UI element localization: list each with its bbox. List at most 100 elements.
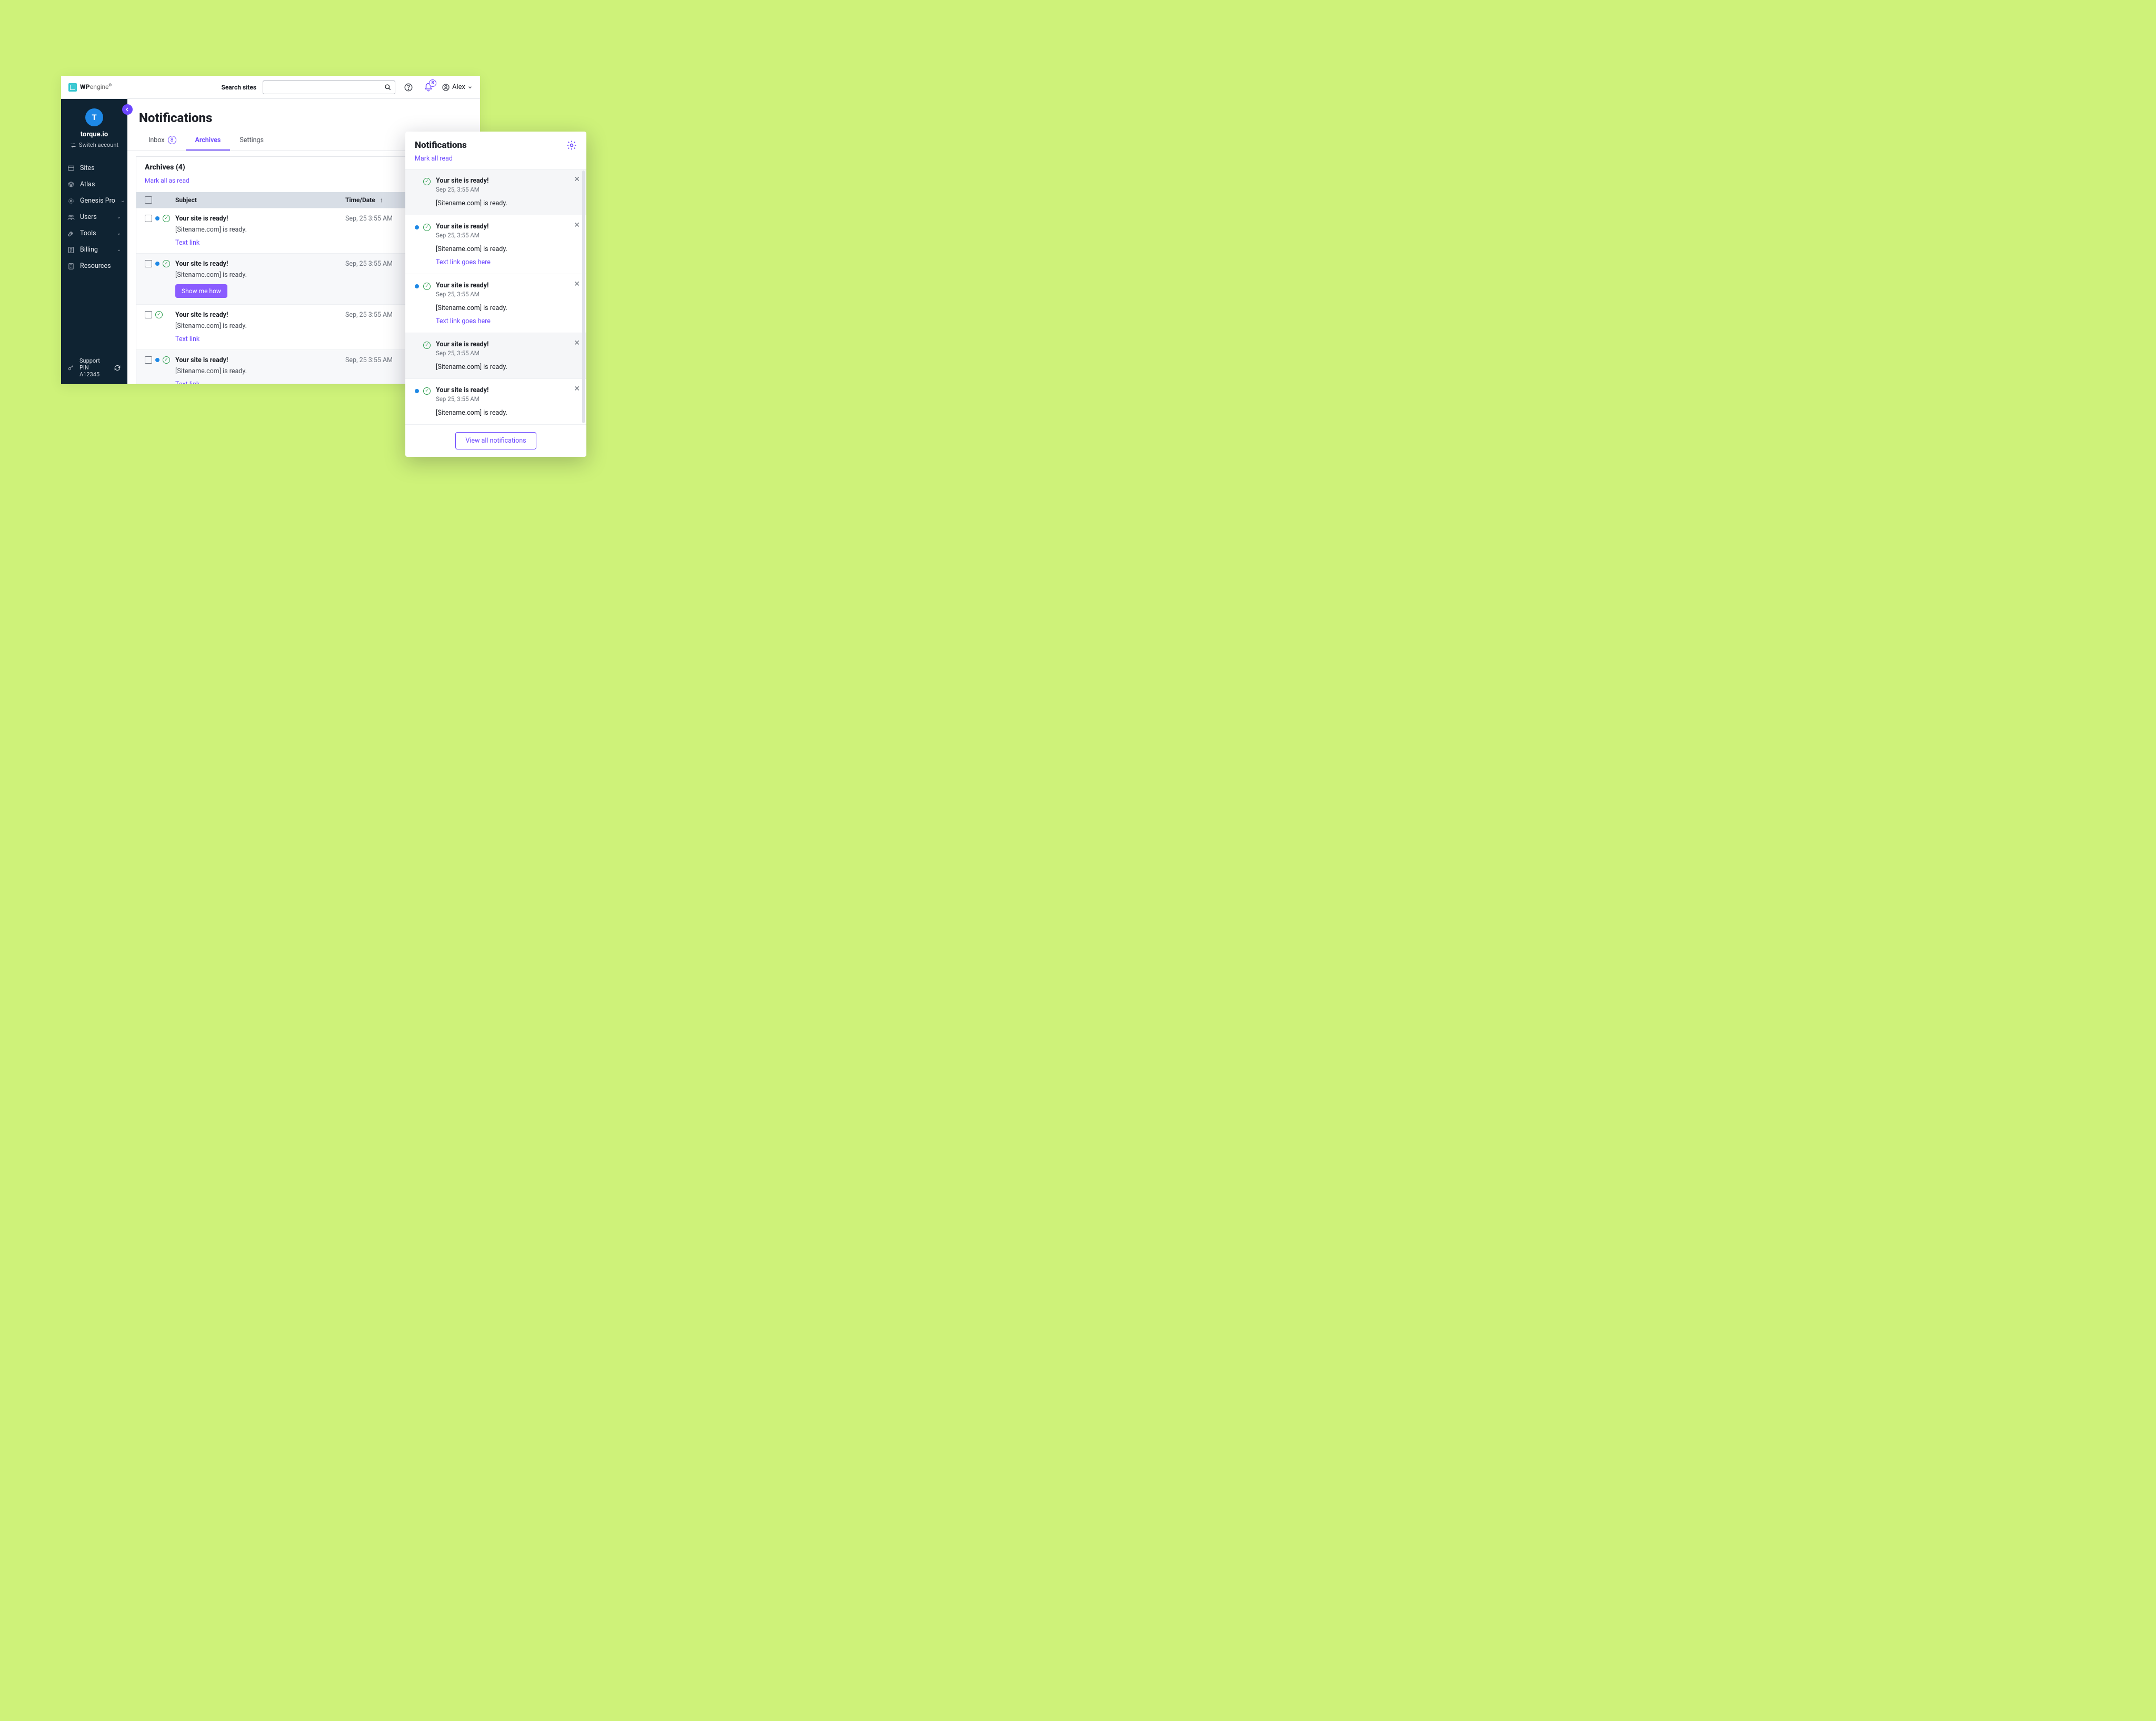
close-icon[interactable]: ✕ [574,176,580,183]
row-checkbox[interactable] [145,356,152,364]
unread-dot-icon [155,358,159,362]
select-all-checkbox[interactable] [145,196,152,204]
nav-icon [67,246,75,254]
row-description: [Sitename.com] is ready. [175,226,345,234]
nav-icon [67,165,75,172]
notifications-mark-all-link[interactable]: Mark all read [405,154,586,169]
sidebar-item-atlas[interactable]: Atlas [61,176,127,193]
notifications-title: Notifications [415,140,566,151]
search-box[interactable] [263,81,395,94]
row-title: Your site is ready! [175,215,228,223]
tab-archives[interactable]: Archives [186,131,231,151]
success-icon: ✓ [423,178,431,185]
brand-logo[interactable]: WPengine® [68,83,112,92]
nav-label: Atlas [80,181,95,188]
close-icon[interactable]: ✕ [574,339,580,347]
notification-title: Your site is ready! [436,177,488,185]
sidebar: T torque.io Switch account Sites Atlas Gen… [61,99,127,384]
success-icon: ✓ [423,283,431,290]
row-action-button[interactable]: Show me how [175,284,227,298]
notifications-panel: Notifications Mark all read ✓ Your site i… [405,132,586,457]
sidebar-item-resources[interactable]: Resources [61,258,127,274]
sidebar-item-billing[interactable]: Billing⌄ [61,242,127,258]
sidebar-item-genesis-pro[interactable]: Genesis Pro⌄ [61,193,127,209]
unread-dot-icon [415,284,419,288]
sidebar-collapse-button[interactable] [122,104,133,115]
notifications-bell-icon[interactable]: 8 [422,81,435,94]
notification-link[interactable]: Text link goes here [436,258,491,266]
notification-item[interactable]: ✓Your site is ready!Sep 25, 3:55 AM[Site… [405,215,586,274]
sidebar-item-users[interactable]: Users⌄ [61,209,127,225]
row-checkbox[interactable] [145,260,152,267]
nav-label: Genesis Pro [80,197,115,205]
notification-timestamp: Sep 25, 3:55 AM [436,349,507,357]
tab-inbox[interactable]: Inbox 8 [139,131,186,151]
row-description: [Sitename.com] is ready. [175,271,345,279]
notification-description: [Sitename.com] is ready. [436,199,507,207]
site-name: torque.io [65,131,123,138]
close-icon[interactable]: ✕ [574,222,580,229]
help-icon[interactable] [402,81,415,94]
search-label: Search sites [221,84,256,91]
row-title: Your site is ready! [175,356,228,364]
notification-description: [Sitename.com] is ready. [436,304,507,312]
search-icon[interactable] [384,84,392,91]
notification-item[interactable]: ✓Your site is ready!Sep 25, 3:55 AM[Site… [405,333,586,378]
success-icon: ✓ [163,260,170,267]
nav-label: Sites [80,164,95,172]
row-description: [Sitename.com] is ready. [175,367,345,375]
notifications-count-badge: 8 [429,79,436,87]
nav-label: Billing [80,246,98,254]
close-icon[interactable]: ✕ [574,281,580,288]
nav-icon [67,230,75,237]
row-title: Your site is ready! [175,311,228,319]
nav-label: Users [80,213,97,221]
close-icon[interactable]: ✕ [574,385,580,393]
row-action-link[interactable]: Text link [175,381,199,384]
top-bar: WPengine® Search sites 8 Alex [61,76,480,99]
mark-all-read-link[interactable]: Mark all as read [145,177,189,184]
success-icon: ✓ [163,356,170,364]
sort-asc-icon: ↑ [380,196,383,204]
col-subject[interactable]: Subject [175,196,345,204]
row-checkbox[interactable] [145,311,152,318]
nav-icon [67,181,75,188]
notification-description: [Sitename.com] is ready. [436,245,507,253]
success-icon: ✓ [163,215,170,222]
support-pin: Support PIN A12345 [61,351,127,384]
notification-link[interactable]: Text link goes here [436,317,491,325]
notification-item[interactable]: ✓Your site is ready!Sep 25, 3:55 AM[Site… [405,378,586,424]
row-checkbox[interactable] [145,215,152,222]
notification-item[interactable]: ✓Your site is ready!Sep 25, 3:55 AM[Site… [405,169,586,215]
sidebar-item-sites[interactable]: Sites [61,160,127,176]
support-pin-value: A12345 [79,371,108,378]
brand-mark-icon [68,83,77,92]
refresh-pin-icon[interactable] [114,364,121,372]
success-icon: ✓ [423,387,431,395]
notifications-header: Notifications [405,132,586,154]
sidebar-item-tools[interactable]: Tools⌄ [61,225,127,242]
success-icon: ✓ [155,311,163,318]
nav-icon [67,197,75,205]
notification-item[interactable]: ✓Your site is ready!Sep 25, 3:55 AM[Site… [405,274,586,333]
user-menu[interactable]: Alex [442,83,473,92]
unread-dot-icon [155,262,159,266]
notification-description: [Sitename.com] is ready. [436,409,507,417]
success-icon: ✓ [423,224,431,231]
notification-timestamp: Sep 25, 3:55 AM [436,395,507,403]
page-title: Notifications [127,99,480,131]
sidebar-nav: SitesAtlasGenesis Pro⌄Users⌄Tools⌄Billin… [61,160,127,274]
view-all-notifications-button[interactable]: View all notifications [455,432,536,449]
site-selector: T torque.io Switch account [61,99,127,154]
notifications-list: ✓ Your site is ready! Sep 25, 3:55 AM [Site… [405,169,586,424]
search-input[interactable] [266,84,384,91]
user-name: Alex [452,83,465,91]
chevron-down-icon: ⌄ [117,231,121,236]
tab-settings[interactable]: Settings [230,131,273,151]
row-action-link[interactable]: Text link [175,239,199,247]
switch-account-button[interactable]: Switch account [65,142,123,148]
notifications-settings-icon[interactable] [566,140,577,151]
row-title: Your site is ready! [175,260,228,268]
row-action-link[interactable]: Text link [175,335,199,343]
scrollbar[interactable] [582,171,585,423]
